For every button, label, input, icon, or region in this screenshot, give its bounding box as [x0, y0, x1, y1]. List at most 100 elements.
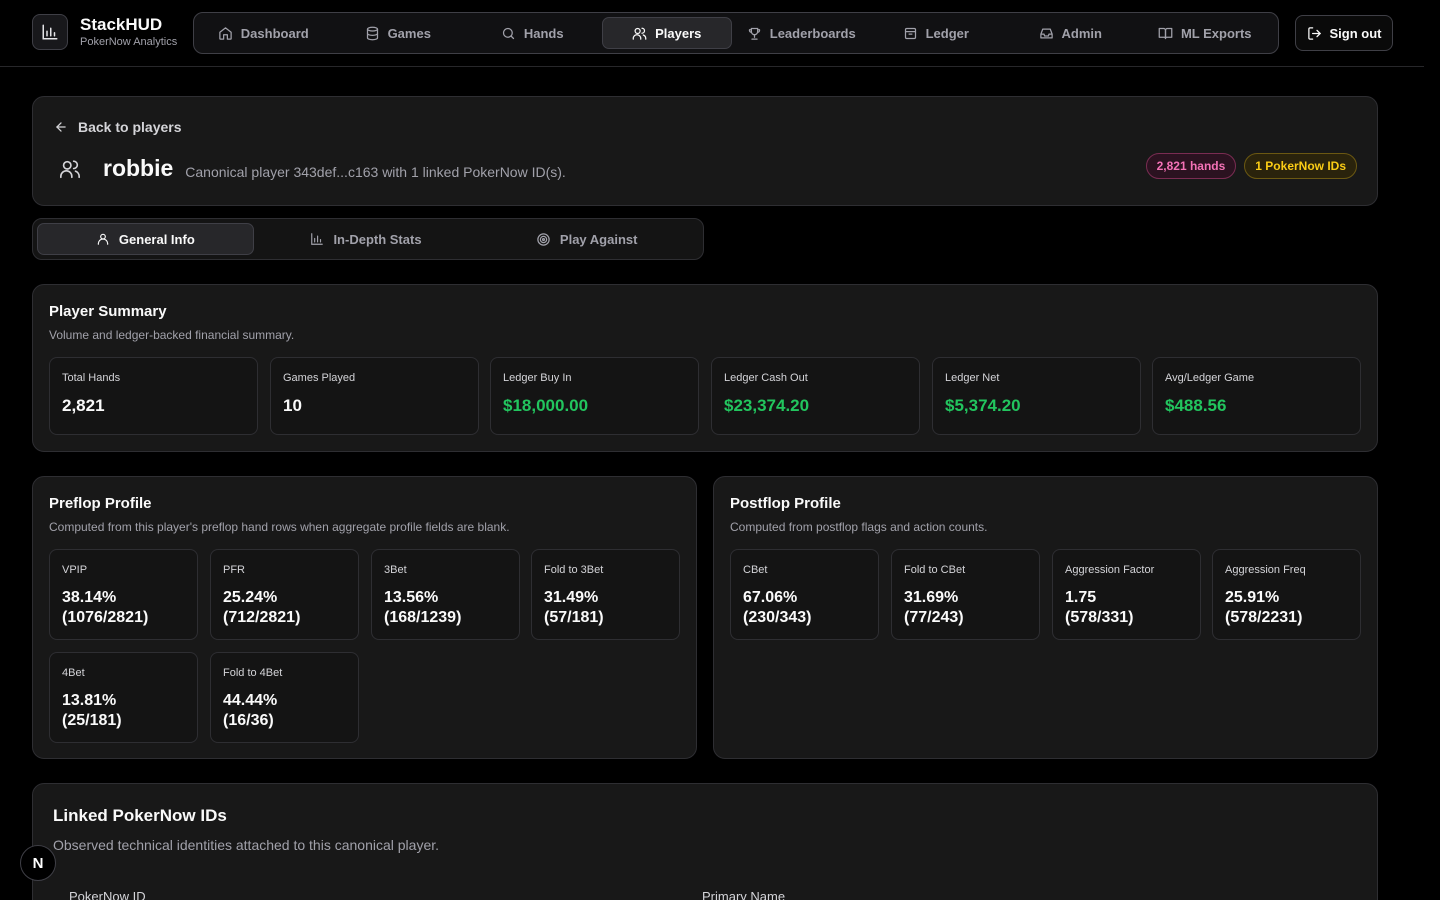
stat-ratio: (712/2821) [223, 609, 301, 626]
tab-in-depth-stats[interactable]: In-Depth Stats [258, 223, 475, 255]
hands-count-badge: 2,821 hands [1145, 153, 1237, 179]
stat-label: Fold to 4Bet [223, 667, 283, 679]
section-title: Linked PokerNow IDs [53, 806, 227, 825]
nav-leaderboards[interactable]: Leaderboards [736, 17, 867, 49]
brand-subtitle: PokerNow Analytics [80, 36, 178, 48]
section-title: Postflop Profile [730, 495, 841, 512]
tab-label: General Info [118, 231, 195, 247]
stat-label: VPIP [62, 564, 88, 576]
nav-label: Hands [523, 25, 564, 41]
stat-value: 1.75 (578/331) [1065, 588, 1134, 628]
nav-admin[interactable]: Admin [1005, 17, 1136, 49]
inbox-icon [1039, 28, 1053, 38]
stat-percent: 31.49% [544, 589, 599, 606]
stat-value: 10 [283, 396, 302, 415]
stat-value: 44.44% (16/36) [223, 691, 277, 731]
stat-label: Ledger Cash Out [724, 372, 808, 384]
logout-icon [1307, 26, 1321, 40]
stat-percent: 13.56% [384, 589, 439, 606]
nextjs-dev-badge[interactable]: N [20, 845, 56, 881]
arrow-left-icon [56, 122, 66, 132]
stat-value: $5,374.20 [945, 396, 1021, 415]
back-to-players-link[interactable]: Back to players [54, 119, 182, 135]
stat-label: 4Bet [62, 667, 85, 679]
preflop-profile-card: Preflop Profile Computed from this playe… [32, 476, 697, 759]
stat-label: Ledger Buy In [503, 372, 572, 384]
nav-label: ML Exports [1180, 25, 1252, 41]
target-icon [537, 232, 550, 246]
book-icon [1158, 27, 1173, 39]
stat-value: $23,374.20 [724, 396, 810, 415]
stat-label: CBet [743, 564, 768, 576]
tab-play-against[interactable]: Play Against [478, 223, 695, 255]
column-header-pokernow-id[interactable]: PokerNow ID [69, 889, 146, 900]
stat-label: Total Hands [62, 372, 121, 384]
stat-fold-to-4bet: Fold to 4Bet 44.44% (16/36) [210, 652, 359, 743]
main-nav: Dashboard Games Hands Players Leaderboar… [193, 12, 1279, 54]
stat-avg-ledger-game: Avg/Ledger Game $488.56 [1152, 357, 1361, 435]
home-icon [219, 26, 232, 40]
stat-label: Ledger Net [945, 372, 1000, 384]
stat-percent: 25.91% [1225, 589, 1280, 606]
users-icon [632, 27, 647, 40]
stat-ledger-net: Ledger Net $5,374.20 [932, 357, 1141, 435]
stat-label: PFR [223, 564, 245, 576]
top-header: StackHUD PokerNow Analytics Dashboard Ga… [0, 0, 1424, 67]
nav-label: Ledger [925, 25, 969, 41]
wallet-icon [904, 27, 916, 39]
nav-ml-exports[interactable]: ML Exports [1140, 17, 1271, 49]
nav-label: Leaderboards [769, 25, 856, 41]
player-description: Canonical player 343def...c163 with 1 li… [185, 163, 566, 180]
player-name: robbie [103, 155, 174, 181]
stat-ratio: (77/243) [904, 609, 964, 626]
sign-out-button[interactable]: Sign out [1295, 15, 1393, 51]
stat-ratio: (1076/2821) [62, 609, 149, 626]
stat-value: 38.14% (1076/2821) [62, 588, 148, 628]
stat-value: 25.91% (578/2231) [1225, 588, 1302, 628]
stat-label: 3Bet [384, 564, 407, 576]
player-summary-card: Player Summary Volume and ledger-backed … [32, 284, 1378, 452]
stat-value: $488.56 [1165, 396, 1227, 415]
stat-ratio: (168/1239) [384, 609, 462, 626]
player-tabs: General Info In-Depth Stats Play Against [32, 218, 704, 260]
column-header-primary-name[interactable]: Primary Name [702, 889, 785, 900]
stat-aggression-freq: Aggression Freq 25.91% (578/2231) [1212, 549, 1361, 640]
nav-label: Admin [1061, 25, 1102, 41]
stat-label: Fold to 3Bet [544, 564, 604, 576]
stat-ledger-cash-out: Ledger Cash Out $23,374.20 [711, 357, 920, 435]
stat-ratio: (16/36) [223, 712, 274, 729]
stat-fold-to-cbet: Fold to CBet 31.69% (77/243) [891, 549, 1040, 640]
stat-label: Aggression Freq [1225, 564, 1306, 576]
pokernow-ids-badge: 1 PokerNow IDs [1244, 153, 1357, 179]
nav-hands[interactable]: Hands [467, 17, 598, 49]
database-icon [366, 26, 378, 40]
stat-percent: 31.69% [904, 589, 959, 606]
nav-players[interactable]: Players [601, 17, 732, 49]
nav-dashboard[interactable]: Dashboard [198, 17, 329, 49]
brand[interactable]: StackHUD PokerNow Analytics [32, 14, 177, 50]
stat-4bet: 4Bet 13.81% (25/181) [49, 652, 198, 743]
back-label: Back to players [78, 119, 182, 135]
postflop-profile-card: Postflop Profile Computed from postflop … [713, 476, 1378, 759]
stat-label: Avg/Ledger Game [1165, 372, 1255, 384]
stat-games-played: Games Played 10 [270, 357, 479, 435]
section-title: Preflop Profile [49, 495, 152, 512]
tab-label: In-Depth Stats [333, 231, 422, 247]
stat-3bet: 3Bet 13.56% (168/1239) [371, 549, 520, 640]
stat-label: Games Played [283, 372, 356, 384]
tab-general-info[interactable]: General Info [37, 223, 254, 255]
stat-value: 31.49% (57/181) [544, 588, 604, 628]
brand-title: StackHUD [80, 15, 163, 34]
stat-percent: 25.24% [223, 589, 278, 606]
stat-percent: 44.44% [223, 692, 278, 709]
stat-ratio: (25/181) [62, 712, 122, 729]
player-hero: Back to players robbie Canonical player … [32, 96, 1378, 206]
nav-games[interactable]: Games [333, 17, 464, 49]
stat-ratio: (230/343) [743, 609, 812, 626]
stat-ratio: (578/331) [1065, 609, 1134, 626]
stat-percent: 13.81% [62, 692, 117, 709]
stat-ratio: (578/2231) [1225, 609, 1303, 626]
stat-cbet: CBet 67.06% (230/343) [730, 549, 879, 640]
stat-ratio: (57/181) [544, 609, 604, 626]
nav-ledger[interactable]: Ledger [871, 17, 1002, 49]
